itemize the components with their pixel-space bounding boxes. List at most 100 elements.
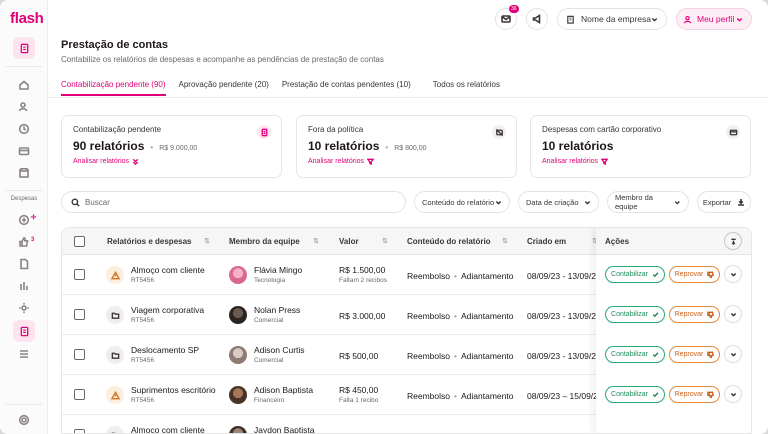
company-selector[interactable]: Nome da empresa [557,8,667,30]
created-range: 08/09/23 - 13/09/23 [527,351,601,361]
row-checkbox[interactable] [74,429,85,433]
reject-button[interactable]: Reprovar [669,266,720,283]
sidebar-item-list[interactable] [17,347,31,361]
reports-table: Relatórios e despesas ⇅ Membro da equipe… [61,227,752,434]
accept-button[interactable]: Contabilizar [605,306,665,323]
store-icon [18,168,30,178]
report-name[interactable]: Suprimentos escritório [131,385,216,395]
accept-label: Contabilizar [611,271,648,278]
inbox-button[interactable]: 36 [495,5,519,30]
logo[interactable]: flash [10,10,44,27]
sort-icon[interactable]: ⇅ [204,237,210,245]
expand-row-button[interactable] [724,385,742,403]
collapse-actions-button[interactable] [724,232,742,250]
value-note: Falta 1 recibo [339,397,379,404]
profile-menu[interactable]: Meu perfil [676,8,752,30]
sort-icon[interactable]: ⇅ [313,237,319,245]
sidebar-item-people[interactable] [17,100,31,114]
card-count: 10 relatórios [308,139,380,153]
report-content: Reembolso • Adiantamento [407,271,514,281]
column-header-report[interactable]: Relatórios e despesas [107,237,191,246]
sidebar-item-config[interactable] [17,413,31,427]
sidebar-item-reports-home[interactable] [13,37,35,59]
warning-icon [106,266,124,284]
content-reimbursement: Reembolso [407,351,450,361]
tab-all-reports[interactable]: Todos os relatórios [433,80,500,96]
report-name[interactable]: Almoço com cliente [131,425,205,433]
report-content: Reembolso • Adiantamento [407,391,514,401]
thumbs-down-icon [707,311,715,318]
accept-button[interactable]: Contabilizar [605,346,665,363]
report-value: R$ 450,00 [339,385,379,395]
search-input[interactable]: Buscar [61,191,406,213]
megaphone-icon [532,14,541,24]
filter-icon [601,158,609,165]
filter-team-member[interactable]: Membro da equipe [607,191,689,213]
sort-icon[interactable]: ⇅ [502,237,508,245]
thumbs-down-icon [707,271,715,278]
tab-pending-reports[interactable]: Prestação de contas pendentes (10) [282,80,411,96]
export-button[interactable]: Exportar [697,191,751,213]
sidebar-item-settings-link[interactable] [17,301,31,315]
accept-label: Contabilizar [611,351,648,358]
sidebar-item-accountability[interactable] [13,320,35,342]
expand-row-button[interactable] [724,305,742,323]
announcements-button[interactable] [526,8,548,30]
sort-icon[interactable]: ⇅ [382,237,388,245]
column-header-value[interactable]: Valor [339,237,359,246]
reject-button[interactable]: Reprovar [669,346,720,363]
filter-label: Data de criação [526,197,579,207]
tab-pending-accounting[interactable]: Contabilização pendente (90) [61,80,166,96]
filter-report-content[interactable]: Conteúdo do relatório [414,191,510,213]
sidebar-item-stats[interactable] [17,279,31,293]
analyze-reports-link[interactable]: Analisar relatórios [542,158,739,165]
chevron-down-icon [584,200,591,205]
report-id: RT5456 [131,317,155,324]
sidebar-item-store[interactable] [17,166,31,180]
analyze-reports-link[interactable]: Analisar relatórios [73,158,270,165]
content-advance: Adiantamento [460,391,514,401]
no-policy-icon [492,125,506,139]
column-header-created[interactable]: Criado em [527,237,566,246]
tab-pending-approval[interactable]: Aprovação pendente (20) [179,80,269,96]
link-label: Analisar relatórios [308,158,365,165]
expand-row-button[interactable] [724,345,742,363]
column-header-member[interactable]: Membro da equipe [229,237,300,246]
reject-button[interactable]: Reprovar [669,306,720,323]
company-name: Nome da empresa [581,14,651,24]
select-all-checkbox[interactable] [74,236,85,247]
mail-icon [501,15,511,23]
sidebar-item-receipts[interactable] [17,257,31,271]
report-value: R$ 500,00 [339,351,379,361]
chevron-down-icon [651,16,658,23]
reject-button[interactable]: Reprovar [669,386,720,403]
row-checkbox[interactable] [74,269,85,280]
report-name[interactable]: Deslocamento SP [131,345,199,355]
member-dept: Tecnologia [254,277,286,284]
expand-row-button[interactable] [724,265,742,283]
reject-label: Reprovar [674,311,704,318]
thumbs-down-icon [707,351,715,358]
user-icon [683,15,692,23]
accept-label: Contabilizar [611,311,648,318]
column-header-content[interactable]: Conteúdo do relatório [407,237,491,246]
link-label: Analisar relatórios [542,158,599,165]
filter-creation-date[interactable]: Data de criação [518,191,599,213]
row-checkbox[interactable] [74,389,85,400]
report-name[interactable]: Viagem corporativa [131,305,204,315]
accept-button[interactable]: Contabilizar [605,386,665,403]
row-checkbox[interactable] [74,349,85,360]
chevron-down-icon [736,16,743,23]
sidebar-item-approvals[interactable] [17,235,31,249]
check-icon [652,272,659,278]
summary-card-out-of-policy: Fora da política 10 relatórios • R$ 800,… [296,115,517,178]
sidebar-item-expenses[interactable] [17,213,31,227]
report-name[interactable]: Almoço com cliente [131,265,205,275]
row-checkbox[interactable] [74,309,85,320]
accept-button[interactable]: Contabilizar [605,266,665,283]
sidebar-item-wallet[interactable] [17,144,31,158]
report-id: RT5456 [131,397,155,404]
sidebar-item-time[interactable] [17,122,31,136]
analyze-reports-link[interactable]: Analisar relatórios [308,158,505,165]
sidebar-item-home[interactable] [17,78,31,92]
